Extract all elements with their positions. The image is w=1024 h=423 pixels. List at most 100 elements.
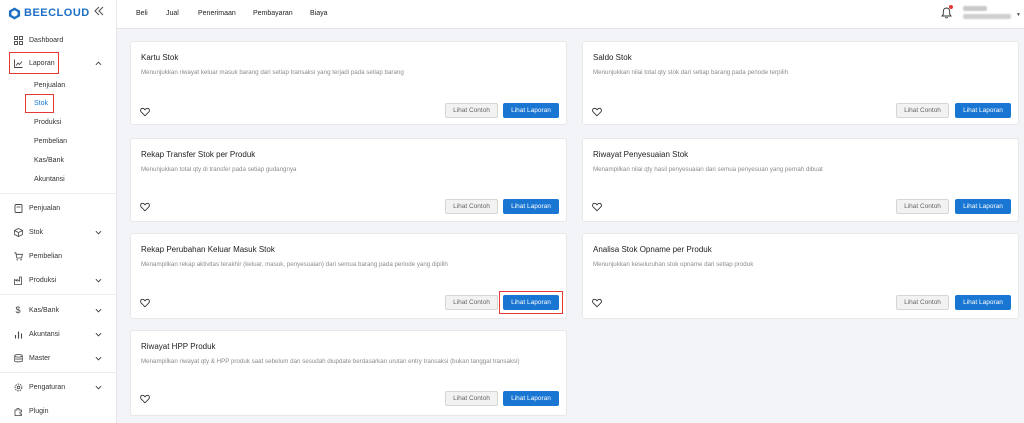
- receipt-icon: [13, 203, 23, 213]
- notification-dot: [949, 5, 953, 9]
- collapse-sidebar-icon[interactable]: [94, 6, 106, 18]
- sidebar-item-akuntansi[interactable]: Akuntansi: [0, 328, 117, 340]
- sidebar-item-dashboard[interactable]: Dashboard: [0, 34, 117, 46]
- lihat-laporan-button[interactable]: Lihat Laporan: [955, 295, 1011, 310]
- sub-item-produksi[interactable]: Produksi: [34, 119, 61, 126]
- sidebar-item-pembelian[interactable]: Pembelian: [0, 250, 117, 262]
- card-title: Rekap Perubahan Keluar Masuk Stok: [141, 245, 275, 254]
- sidebar-item-master[interactable]: Master: [0, 352, 117, 364]
- chevron-down-icon: [95, 230, 102, 235]
- lihat-laporan-button[interactable]: Lihat Laporan: [503, 103, 559, 118]
- lihat-contoh-button[interactable]: Lihat Contoh: [896, 199, 949, 214]
- sidebar-item-label: Akuntansi: [29, 330, 60, 338]
- dashboard-icon: [13, 35, 23, 45]
- sidebar-item-produksi[interactable]: Produksi: [0, 274, 117, 286]
- report-card-rekap-transfer-stok: Rekap Transfer Stok per Produk Menunjukk…: [130, 138, 567, 222]
- sidebar-item-label: Penjualan: [29, 204, 61, 212]
- sidebar-item-pengaturan[interactable]: Pengaturan: [0, 381, 117, 393]
- sidebar-item-label: Dashboard: [29, 36, 64, 44]
- lihat-laporan-button[interactable]: Lihat Laporan: [955, 103, 1011, 118]
- lihat-laporan-button[interactable]: Lihat Laporan: [503, 391, 559, 406]
- card-description: Menunjukkan nilai total qty stok dari se…: [593, 69, 789, 76]
- highlight-lihat-laporan: [499, 291, 563, 314]
- heart-icon[interactable]: [592, 107, 602, 117]
- heart-icon[interactable]: [140, 394, 150, 404]
- database-icon: [13, 353, 23, 363]
- sub-item-pembelian[interactable]: Pembelian: [34, 138, 67, 145]
- card-title: Kartu Stok: [141, 53, 179, 62]
- sidebar-item-stok[interactable]: Stok: [0, 226, 117, 238]
- card-title: Saldo Stok: [593, 53, 632, 62]
- highlight-laporan: [9, 52, 59, 74]
- sidebar-item-plugin[interactable]: Plugin: [0, 405, 117, 417]
- user-name-blurred[interactable]: [963, 6, 987, 11]
- bar-chart-icon: [13, 329, 23, 339]
- chevron-down-icon: [95, 385, 102, 390]
- heart-icon[interactable]: [592, 298, 602, 308]
- factory-icon: [13, 275, 23, 285]
- user-email-blurred[interactable]: [963, 14, 1011, 19]
- lihat-contoh-button[interactable]: Lihat Contoh: [445, 199, 498, 214]
- heart-icon[interactable]: [592, 202, 602, 212]
- topnav-penerimaan[interactable]: Penerimaan: [198, 10, 236, 17]
- report-card-kartu-stok: Kartu Stok Menunjukkan riwayat keluar ma…: [130, 41, 567, 125]
- card-description: Menunjukkan total qty di transfer pada s…: [141, 166, 297, 173]
- sub-item-penjualan[interactable]: Penjualan: [34, 82, 65, 89]
- card-title: Analisa Stok Opname per Produk: [593, 245, 712, 254]
- divider: [0, 294, 117, 295]
- box-icon: [13, 227, 23, 237]
- card-title: Riwayat Penyesuaian Stok: [593, 150, 689, 159]
- lihat-contoh-button[interactable]: Lihat Contoh: [896, 103, 949, 118]
- sidebar-item-label: Produksi: [29, 276, 57, 284]
- user-menu-caret-icon[interactable]: ▼: [1016, 12, 1021, 18]
- sidebar-item-label: Pengaturan: [29, 383, 66, 391]
- lihat-contoh-button[interactable]: Lihat Contoh: [445, 391, 498, 406]
- lihat-contoh-button[interactable]: Lihat Contoh: [445, 103, 498, 118]
- topnav-pembayaran[interactable]: Pembayaran: [253, 10, 293, 17]
- divider: [0, 372, 117, 373]
- lihat-contoh-button[interactable]: Lihat Contoh: [896, 295, 949, 310]
- report-card-saldo-stok: Saldo Stok Menunjukkan nilai total qty s…: [582, 41, 1019, 125]
- topnav-beli[interactable]: Beli: [136, 10, 148, 17]
- topnav-jual[interactable]: Jual: [166, 10, 179, 17]
- sidebar-item-label: Pembelian: [29, 252, 63, 260]
- divider: [0, 193, 117, 194]
- card-description: Menunjukkan riwayat keluar masuk barang …: [141, 69, 404, 76]
- chevron-up-icon: [95, 61, 102, 66]
- lihat-laporan-button[interactable]: Lihat Laporan: [955, 199, 1011, 214]
- sidebar-item-label: Kas/Bank: [29, 306, 59, 314]
- sidebar-item-kasbank[interactable]: $ Kas/Bank: [0, 304, 117, 316]
- heart-icon[interactable]: [140, 202, 150, 212]
- plugin-icon: [13, 406, 23, 416]
- highlight-stok: [25, 94, 54, 113]
- topnav-biaya[interactable]: Biaya: [310, 10, 328, 17]
- card-description: Menampilkan rekap aktivitas terakhir (ke…: [141, 261, 448, 268]
- sidebar-item-label: Master: [29, 354, 51, 362]
- logo-icon: [8, 6, 21, 20]
- brand-name: BEECLOUD: [24, 7, 90, 19]
- lihat-laporan-button[interactable]: Lihat Laporan: [503, 199, 559, 214]
- card-description: Menampilkan riwayat qty & HPP produk saa…: [141, 358, 520, 365]
- report-card-riwayat-hpp-produk: Riwayat HPP Produk Menampilkan riwayat q…: [130, 330, 567, 416]
- chevron-down-icon: [95, 356, 102, 361]
- dollar-icon: $: [15, 305, 21, 315]
- gear-icon: [13, 382, 23, 392]
- chevron-down-icon: [95, 308, 102, 313]
- card-description: Menampilkan nilai qty hasil penyesuaian …: [593, 166, 823, 173]
- card-title: Riwayat HPP Produk: [141, 342, 216, 351]
- card-title: Rekap Transfer Stok per Produk: [141, 150, 256, 159]
- sub-item-akuntansi[interactable]: Akuntansi: [34, 176, 65, 183]
- chevron-down-icon: [95, 278, 102, 283]
- report-card-analisa-stok-opname: Analisa Stok Opname per Produk Menunjukk…: [582, 233, 1019, 319]
- sub-item-kasbank[interactable]: Kas/Bank: [34, 157, 64, 164]
- brand-logo[interactable]: BEECLOUD: [8, 6, 90, 20]
- sidebar-item-label: Stok: [29, 228, 44, 236]
- sidebar-item-penjualan[interactable]: Penjualan: [0, 202, 117, 214]
- sidebar-item-label: Plugin: [29, 407, 49, 415]
- card-description: Menunjukkan keseluruhan stok opname dari…: [593, 261, 754, 268]
- heart-icon[interactable]: [140, 298, 150, 308]
- cart-icon: [13, 251, 23, 261]
- heart-icon[interactable]: [140, 107, 150, 117]
- report-card-riwayat-penyesuaian-stok: Riwayat Penyesuaian Stok Menampilkan nil…: [582, 138, 1019, 222]
- lihat-contoh-button[interactable]: Lihat Contoh: [445, 295, 498, 310]
